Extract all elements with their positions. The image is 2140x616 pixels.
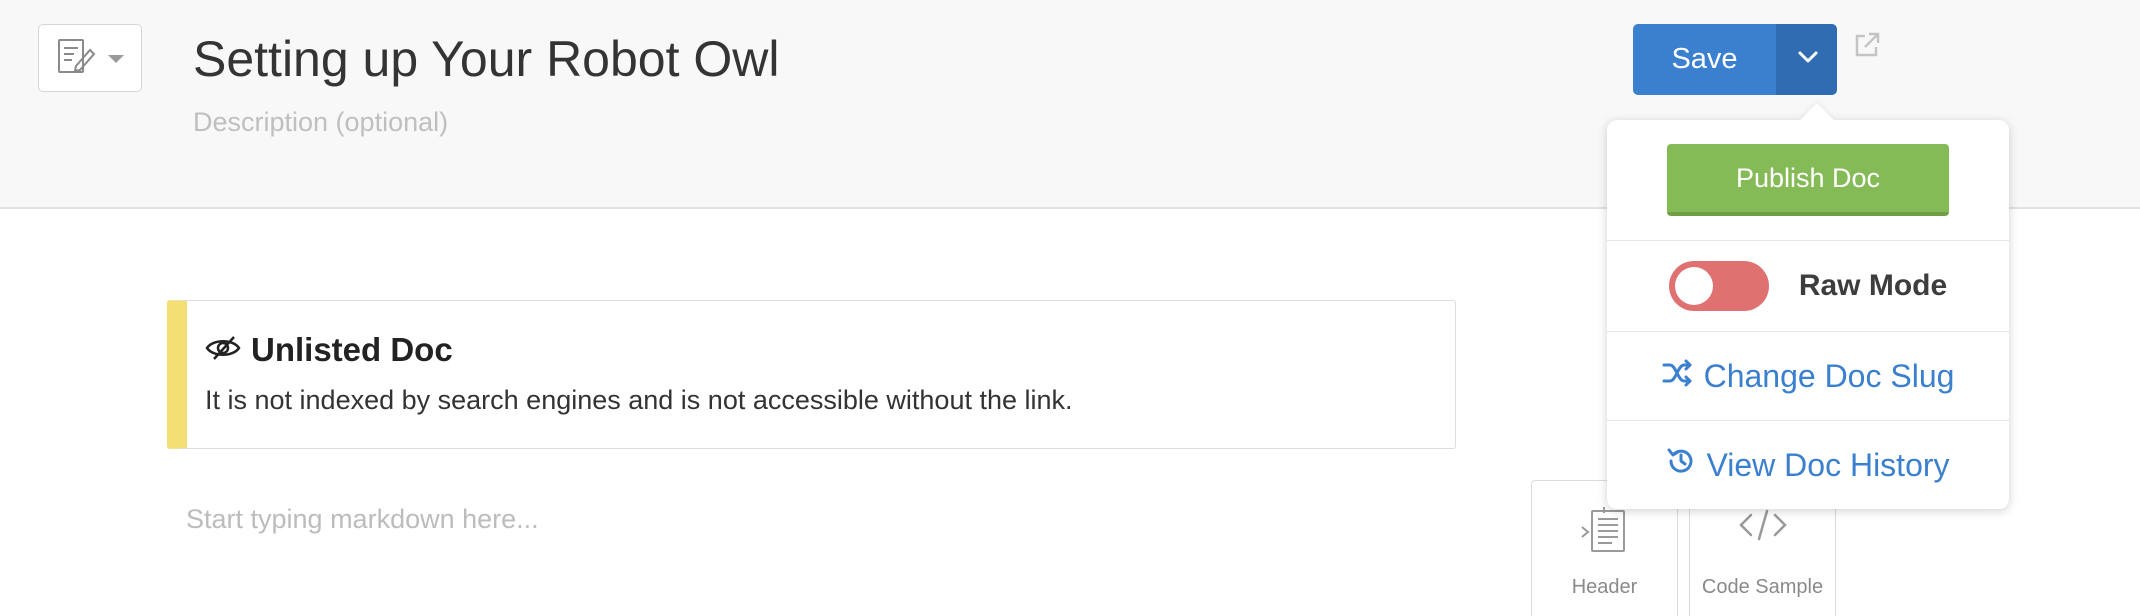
view-doc-history-link[interactable]: View Doc History — [1666, 446, 1950, 484]
save-button-group: Save — [1633, 24, 1837, 95]
doc-title[interactable]: Setting up Your Robot Owl — [193, 30, 780, 88]
raw-mode-toggle[interactable] — [1668, 261, 1769, 311]
shuffle-icon — [1662, 358, 1694, 395]
raw-mode-row: Raw Mode — [1607, 241, 2009, 331]
external-link-icon[interactable] — [1852, 30, 1882, 65]
publish-doc-button[interactable]: Publish Doc — [1667, 144, 1949, 216]
markdown-editor[interactable]: Start typing markdown here... — [186, 504, 539, 535]
notice-title: Unlisted Doc — [251, 331, 453, 368]
doc-type-select[interactable] — [38, 24, 142, 92]
document-edit-icon — [56, 36, 96, 81]
save-options-dropdown: Publish Doc Raw Mode Change Doc Slug Vie… — [1607, 103, 2009, 509]
history-icon — [1666, 446, 1696, 484]
toggle-knob — [1674, 267, 1713, 305]
code-sample-tool-label: Code Sample — [1701, 576, 1824, 598]
code-icon — [1737, 505, 1789, 550]
change-doc-slug-label: Change Doc Slug — [1703, 357, 1955, 394]
eye-slash-icon — [205, 331, 241, 369]
description-field[interactable]: Description (optional) — [193, 107, 448, 138]
header-icon — [1580, 505, 1630, 562]
save-button[interactable]: Save — [1633, 24, 1778, 95]
chevron-down-icon — [108, 55, 124, 63]
view-doc-history-label: View Doc History — [1706, 446, 1950, 483]
save-options-toggle[interactable] — [1778, 24, 1837, 95]
change-doc-slug-link[interactable]: Change Doc Slug — [1662, 357, 1955, 395]
raw-mode-label: Raw Mode — [1798, 269, 1948, 302]
chevron-down-icon — [1797, 50, 1819, 69]
unlisted-notice: Unlisted Doc It is not indexed by search… — [167, 300, 1456, 449]
notice-text: It is not indexed by search engines and … — [205, 385, 1073, 415]
header-tool-label: Header — [1571, 576, 1638, 598]
